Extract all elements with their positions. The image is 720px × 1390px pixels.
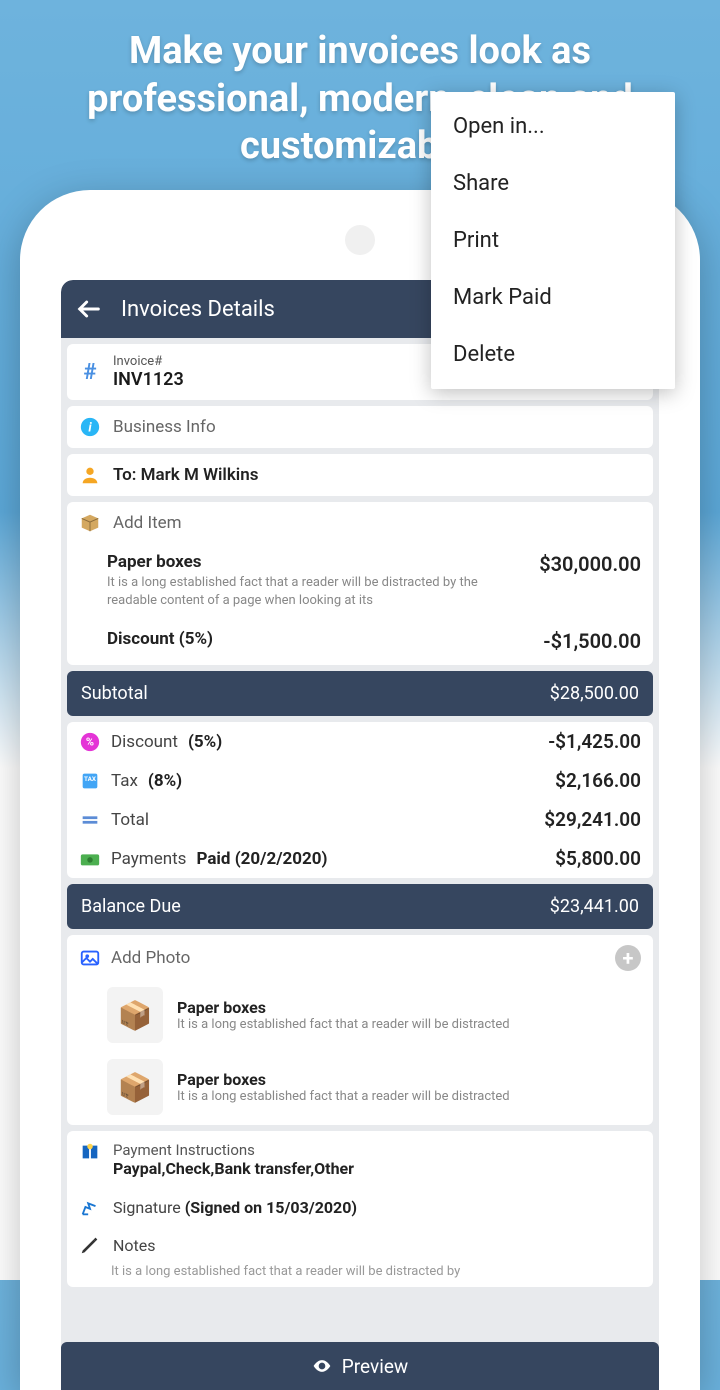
- payment-methods: Paypal,Check,Bank transfer,Other: [113, 1159, 354, 1178]
- photo-item[interactable]: 📦 Paper boxes It is a long established f…: [67, 1053, 653, 1125]
- info-icon: i: [79, 416, 101, 438]
- svg-text:TAX: TAX: [84, 775, 96, 783]
- photo-title: Paper boxes: [177, 1070, 510, 1089]
- hash-icon: #: [79, 361, 101, 383]
- menu-share[interactable]: Share: [431, 155, 675, 212]
- discount-row: % Discount (5%) -$1,425.00: [67, 722, 653, 761]
- photo-desc: It is a long established fact that a rea…: [177, 1089, 510, 1104]
- menu-mark-paid[interactable]: Mark Paid: [431, 269, 675, 326]
- add-photo-button[interactable]: +: [615, 945, 641, 971]
- signature-text: Signature (Signed on 15/03/2020): [113, 1198, 357, 1217]
- equals-icon: [79, 809, 101, 831]
- to-card[interactable]: To: Mark M Wilkins: [67, 454, 653, 496]
- payment-label: Payment Instructions: [113, 1141, 354, 1159]
- eye-icon: [312, 1356, 332, 1376]
- total-amount: $29,241.00: [544, 808, 641, 831]
- add-item-label: Add Item: [113, 513, 182, 533]
- item-discount-row: Discount (5%) -$1,500.00: [67, 619, 653, 665]
- photo-desc: It is a long established fact that a rea…: [177, 1017, 510, 1032]
- app-screen: Invoices Details # Invoice# INV1123 i B: [61, 280, 659, 1390]
- add-item-row[interactable]: Add Item: [67, 502, 653, 544]
- subtotal-label: Subtotal: [81, 683, 148, 704]
- tax-row: TAX Tax (8%) $2,166.00: [67, 761, 653, 800]
- tax-pct: (8%): [148, 771, 182, 791]
- item-desc: It is a long established fact that a rea…: [107, 574, 527, 609]
- back-icon[interactable]: [75, 295, 103, 323]
- photo-thumb: 📦: [107, 1059, 163, 1115]
- signature-row[interactable]: Signature (Signed on 15/03/2020): [67, 1188, 653, 1226]
- subtotal-bar: Subtotal $28,500.00: [67, 671, 653, 716]
- items-card: Add Item Paper boxes It is a long establ…: [67, 502, 653, 665]
- menu-open-in[interactable]: Open in...: [431, 98, 675, 155]
- subtotal-amount: $28,500.00: [550, 683, 639, 704]
- cash-icon: [79, 848, 101, 870]
- pencil-icon: [79, 1234, 101, 1256]
- menu-print[interactable]: Print: [431, 212, 675, 269]
- footer-card: Payment Instructions Paypal,Check,Bank t…: [67, 1131, 653, 1287]
- tax-icon: TAX: [79, 770, 101, 792]
- business-info-label: Business Info: [113, 417, 216, 437]
- payments-name: Payments: [111, 849, 186, 869]
- content-scroll[interactable]: # Invoice# INV1123 i Business Info: [61, 338, 659, 1287]
- app-title: Invoices Details: [121, 297, 275, 322]
- preview-button[interactable]: Preview: [61, 1342, 659, 1390]
- invoice-number-label: Invoice#: [113, 354, 184, 369]
- phone-speaker: [345, 225, 375, 255]
- invoice-number-value: INV1123: [113, 369, 184, 390]
- discount-amount: -$1,425.00: [548, 730, 641, 753]
- total-row: Total $29,241.00: [67, 800, 653, 839]
- discount-name: Discount: [111, 732, 178, 752]
- item-discount-label: Discount (5%): [107, 629, 213, 653]
- photo-title: Paper boxes: [177, 998, 510, 1017]
- photo-thumb: 📦: [107, 987, 163, 1043]
- item-title: Paper boxes: [107, 552, 527, 572]
- add-photo-label: Add Photo: [111, 948, 190, 968]
- notes-text: It is a long established fact that a rea…: [67, 1264, 653, 1287]
- balance-amount: $23,441.00: [550, 896, 639, 917]
- menu-delete[interactable]: Delete: [431, 326, 675, 383]
- tax-name: Tax: [111, 771, 138, 791]
- notes-row[interactable]: Notes: [67, 1226, 653, 1264]
- photo-item[interactable]: 📦 Paper boxes It is a long established f…: [67, 981, 653, 1053]
- payments-row: Payments Paid (20/2/2020) $5,800.00: [67, 839, 653, 878]
- payments-detail: Paid (20/2/2020): [196, 849, 327, 869]
- balance-label: Balance Due: [81, 896, 181, 917]
- line-item[interactable]: Paper boxes It is a long established fac…: [67, 544, 653, 619]
- person-icon: [79, 464, 101, 486]
- tax-amount: $2,166.00: [555, 769, 641, 792]
- notes-label: Notes: [113, 1236, 156, 1255]
- photo-icon: [79, 947, 101, 969]
- discount-pct: (5%): [188, 732, 222, 752]
- business-info-card[interactable]: i Business Info: [67, 406, 653, 448]
- item-discount-amount: -$1,500.00: [543, 629, 641, 653]
- to-value: To: Mark M Wilkins: [113, 465, 258, 485]
- percent-icon: %: [79, 731, 101, 753]
- payments-amount: $5,800.00: [555, 847, 641, 870]
- preview-label: Preview: [342, 1355, 408, 1378]
- overflow-menu: Open in... Share Print Mark Paid Delete: [431, 92, 675, 389]
- book-icon: [79, 1141, 101, 1163]
- item-amount: $30,000.00: [539, 552, 641, 576]
- svg-text:%: %: [86, 735, 94, 748]
- balance-bar: Balance Due $23,441.00: [67, 884, 653, 929]
- signature-icon: [79, 1196, 101, 1218]
- photos-card: Add Photo + 📦 Paper boxes It is a long e…: [67, 935, 653, 1125]
- payment-instructions-row[interactable]: Payment Instructions Paypal,Check,Bank t…: [67, 1131, 653, 1188]
- total-name: Total: [111, 810, 149, 830]
- box-icon: [79, 512, 101, 534]
- totals-card: % Discount (5%) -$1,425.00 TAX Tax (8%) …: [67, 722, 653, 878]
